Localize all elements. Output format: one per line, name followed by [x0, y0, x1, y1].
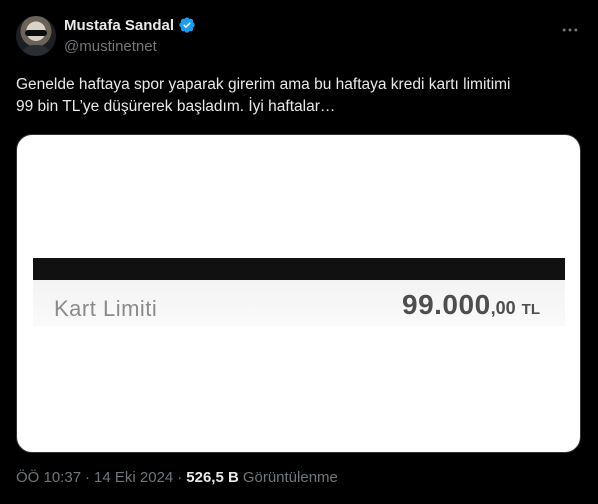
verified-badge-icon [179, 17, 195, 33]
screenshot-header-bar [33, 258, 565, 280]
meta-separator-2: · [177, 469, 183, 486]
avatar[interactable] [16, 16, 56, 56]
tweet-header: Mustafa Sandal @mustinetnet [16, 14, 582, 62]
tweet-text-line-2: 99 bin TL’ye düşürerek başladım. İyi haf… [16, 98, 336, 115]
tweet-date[interactable]: 14 Eki 2024 [94, 469, 173, 486]
avatar-glasses [25, 30, 47, 36]
author-name[interactable]: Mustafa Sandal [64, 17, 174, 34]
amount-main: 99.000 [402, 289, 491, 320]
tweet-time[interactable]: ÖÖ 10:37 [16, 469, 81, 486]
views-label: Görüntülenme [242, 469, 338, 486]
more-icon[interactable] [560, 20, 580, 40]
tweet-meta: ÖÖ 10:37 · 14 Eki 2024 · 526,5 B Görüntü… [16, 469, 338, 486]
tweet-media-image[interactable]: Kart Limiti 99.000,00 TL [16, 134, 581, 453]
card-limit-label: Kart Limiti [54, 296, 158, 321]
card-limit-amount: 99.000,00 TL [402, 289, 540, 321]
author-name-row: Mustafa Sandal [64, 16, 196, 34]
avatar-shirt [20, 45, 52, 56]
author-handle[interactable]: @mustinetnet [64, 38, 157, 55]
amount-decimal: ,00 [490, 298, 516, 318]
views-count: 526,5 B [186, 469, 239, 486]
tweet-text-line-1: Genelde haftaya spor yaparak girerim ama… [16, 76, 511, 93]
meta-separator: · [85, 469, 91, 486]
amount-currency: TL [521, 301, 540, 318]
tweet-text: Genelde haftaya spor yaparak girerim ama… [16, 74, 582, 118]
